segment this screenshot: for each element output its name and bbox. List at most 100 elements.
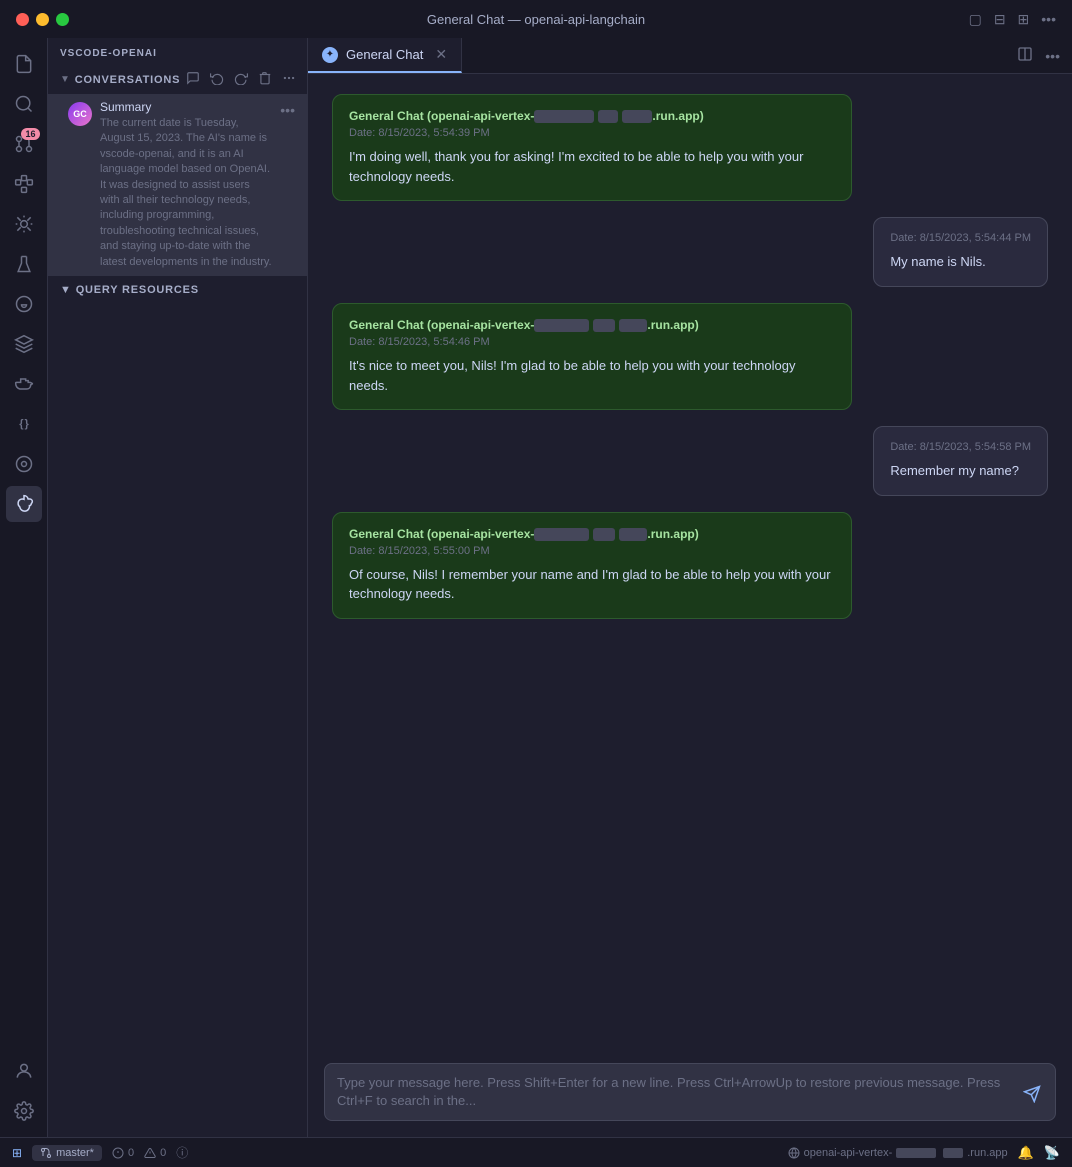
more-actions-icon[interactable]: ••• — [1041, 11, 1056, 27]
activity-extensions[interactable] — [6, 166, 42, 202]
url-suffix: .run.app — [967, 1147, 1007, 1159]
conversations-rotate-icon[interactable] — [232, 69, 250, 90]
activity-bar-bottom — [6, 1053, 42, 1129]
activity-gitlens[interactable] — [6, 326, 42, 362]
message-date-2: Date: 8/15/2023, 5:54:44 PM — [890, 232, 1031, 244]
message-date-4: Date: 8/15/2023, 5:54:58 PM — [890, 441, 1031, 453]
maximize-button[interactable] — [56, 13, 69, 26]
conversation-avatar: GC — [68, 102, 92, 126]
message-bubble-4: Date: 8/15/2023, 5:54:58 PM Remember my … — [873, 426, 1048, 496]
title-bar-actions: ▢ ⊟ ⊞ ••• — [969, 11, 1056, 28]
notifications-bell-icon[interactable]: 🔔 — [1018, 1145, 1034, 1161]
panel-toggle-icon[interactable]: ⊟ — [994, 11, 1006, 28]
query-resources-label: QUERY RESOURCES — [76, 284, 199, 296]
more-editor-actions-icon[interactable]: ••• — [1045, 48, 1060, 64]
activity-settings[interactable] — [6, 1093, 42, 1129]
conversations-chevron[interactable]: ▼ — [60, 74, 71, 85]
tab-bar-actions: ••• — [1005, 38, 1072, 73]
tab-label: General Chat — [346, 47, 423, 62]
status-bar: ⊞ master* 0 0 ⓘ — [0, 1137, 1072, 1167]
status-bar-right: openai-api-vertex- .run.app 🔔 📡 — [788, 1145, 1060, 1161]
info-icon: ⓘ — [176, 1144, 188, 1161]
main-content: ✦ General Chat ✕ ••• General Chat (open — [308, 38, 1072, 1137]
conversations-delete-icon[interactable] — [256, 69, 274, 90]
conversation-preview: The current date is Tuesday, August 15, … — [100, 116, 272, 270]
sidebar: VSCODE-OPENAI ▼ CONVERSATIONS — [48, 38, 308, 1137]
activity-bar: 16 — [0, 38, 48, 1137]
close-button[interactable] — [16, 13, 29, 26]
message-row-4: Date: 8/15/2023, 5:54:58 PM Remember my … — [332, 426, 1048, 496]
source-control-badge: 16 — [21, 128, 39, 140]
sidebar-project-name: VSCODE-OPENAI — [48, 38, 307, 65]
activity-docker[interactable] — [6, 366, 42, 402]
conversations-refresh-icon[interactable] — [208, 69, 226, 90]
window-title: General Chat — openai-api-langchain — [427, 12, 645, 27]
conversations-label: CONVERSATIONS — [75, 74, 181, 86]
tab-bar: ✦ General Chat ✕ ••• — [308, 38, 1072, 74]
conversation-more-button[interactable]: ••• — [280, 102, 295, 118]
tab-general-chat[interactable]: ✦ General Chat ✕ — [308, 38, 462, 73]
message-text-1: I'm doing well, thank you for asking! I'… — [349, 147, 835, 186]
activity-openai[interactable] — [6, 486, 42, 522]
message-text-2: My name is Nils. — [890, 252, 1031, 272]
send-button[interactable] — [1021, 1083, 1043, 1110]
input-area — [308, 1051, 1072, 1137]
message-row-5: General Chat (openai-api-vertex-.run.app… — [332, 512, 1048, 619]
sidebar-toggle-icon[interactable]: ▢ — [969, 11, 982, 28]
chat-input-container — [324, 1063, 1056, 1121]
activity-account[interactable] — [6, 1053, 42, 1089]
activity-debug[interactable] — [6, 206, 42, 242]
tab-openai-icon: ✦ — [322, 47, 338, 63]
query-resources-section-header: ▼ QUERY RESOURCES — [48, 276, 307, 300]
message-row-3: General Chat (openai-api-vertex-.run.app… — [332, 303, 1048, 410]
activity-search[interactable] — [6, 86, 42, 122]
message-header-5: General Chat (openai-api-vertex-.run.app… — [349, 527, 835, 541]
tab-close-button[interactable]: ✕ — [435, 46, 447, 63]
remote-icon[interactable]: ⊞ — [12, 1146, 22, 1160]
branch-name: master* — [56, 1147, 94, 1159]
app-body: 16 — [0, 38, 1072, 1137]
conversations-toolbar — [184, 69, 298, 90]
message-text-5: Of course, Nils! I remember your name an… — [349, 565, 835, 604]
query-resources-chevron[interactable]: ▼ — [60, 284, 72, 296]
git-branch-indicator[interactable]: master* — [32, 1145, 102, 1161]
minimize-button[interactable] — [36, 13, 49, 26]
message-bubble-2: Date: 8/15/2023, 5:54:44 PM My name is N… — [873, 217, 1048, 287]
split-editor-icon[interactable] — [1017, 46, 1033, 65]
layout-icon[interactable]: ⊞ — [1018, 11, 1030, 28]
conversation-name: Summary — [100, 100, 272, 114]
message-text-4: Remember my name? — [890, 461, 1031, 481]
activity-flask[interactable] — [6, 246, 42, 282]
message-text-3: It's nice to meet you, Nils! I'm glad to… — [349, 356, 835, 395]
activity-git[interactable] — [6, 286, 42, 322]
message-date-5: Date: 8/15/2023, 5:55:00 PM — [349, 545, 835, 557]
error-count: 0 — [128, 1147, 134, 1159]
url-redacted-2 — [943, 1148, 963, 1158]
broadcast-icon[interactable]: 📡 — [1044, 1145, 1060, 1161]
message-date-1: Date: 8/15/2023, 5:54:39 PM — [349, 127, 835, 139]
activity-json[interactable]: { } — [6, 406, 42, 442]
title-bar: General Chat — openai-api-langchain ▢ ⊟ … — [0, 0, 1072, 38]
message-bubble-1: General Chat (openai-api-vertex-.run.app… — [332, 94, 852, 201]
activity-circle[interactable] — [6, 446, 42, 482]
message-row-1: General Chat (openai-api-vertex-.run.app… — [332, 94, 1048, 201]
remote-url-indicator[interactable]: openai-api-vertex- .run.app — [788, 1147, 1008, 1159]
message-row-2: Date: 8/15/2023, 5:54:44 PM My name is N… — [332, 217, 1048, 287]
chat-input[interactable] — [337, 1074, 1013, 1110]
conversations-more-icon[interactable] — [280, 69, 298, 90]
chat-area[interactable]: General Chat (openai-api-vertex-.run.app… — [308, 74, 1072, 1051]
conversation-summary[interactable]: GC Summary The current date is Tuesday, … — [48, 94, 307, 276]
activity-source-control[interactable]: 16 — [6, 126, 42, 162]
message-header-1: General Chat (openai-api-vertex-.run.app… — [349, 109, 835, 123]
errors-indicator[interactable]: 0 — [112, 1147, 134, 1159]
activity-files[interactable] — [6, 46, 42, 82]
message-bubble-3: General Chat (openai-api-vertex-.run.app… — [332, 303, 852, 410]
new-chat-icon[interactable] — [184, 69, 202, 90]
message-date-3: Date: 8/15/2023, 5:54:46 PM — [349, 336, 835, 348]
warning-count: 0 — [160, 1147, 166, 1159]
warnings-indicator[interactable]: 0 — [144, 1147, 166, 1159]
status-bar-left: ⊞ master* 0 0 ⓘ — [12, 1144, 188, 1161]
traffic-lights — [16, 13, 69, 26]
url-redacted-1 — [896, 1148, 936, 1158]
message-bubble-5: General Chat (openai-api-vertex-.run.app… — [332, 512, 852, 619]
